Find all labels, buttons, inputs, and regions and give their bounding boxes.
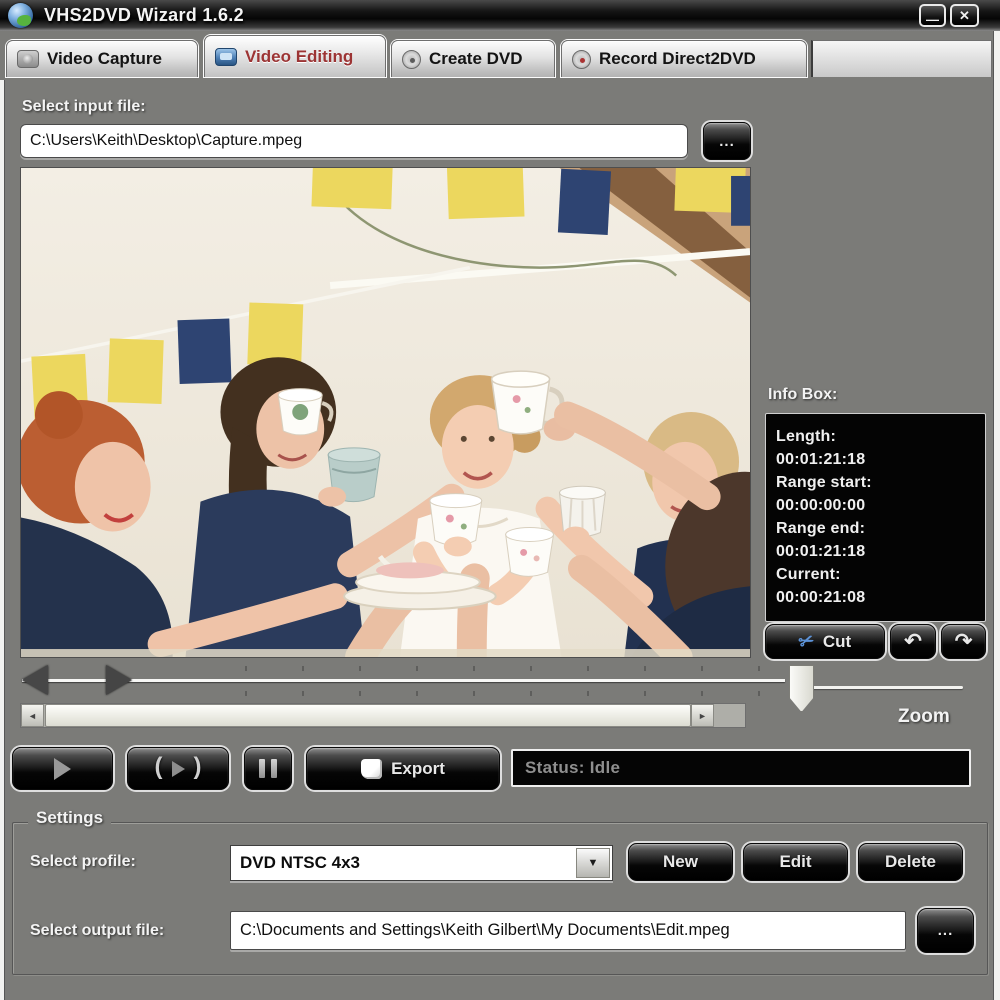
zoom-label: Zoom xyxy=(898,706,950,727)
trackbar-ticks-bottom xyxy=(245,691,801,696)
tab-label: Video Capture xyxy=(47,49,162,68)
tab-create-dvd[interactable]: Create DVD xyxy=(391,40,555,77)
info-current-label: Current: xyxy=(776,566,841,583)
new-label: New xyxy=(663,852,698,871)
minimize-button[interactable]: — xyxy=(919,4,946,27)
tab-strip-filler xyxy=(811,40,992,77)
ellipsis-icon: ... xyxy=(937,922,954,939)
minimize-icon: — xyxy=(926,11,939,27)
info-length-value: 00:01:21:18 xyxy=(776,451,866,468)
zoom-slider-handle[interactable] xyxy=(789,665,814,712)
paren-left-icon: ( xyxy=(154,753,163,780)
scroll-left-icon: ◄ xyxy=(28,710,37,721)
browse-input-button[interactable]: ... xyxy=(703,122,751,160)
export-label: Export xyxy=(391,758,445,778)
window-title: VHS2DVD Wizard 1.6.2 xyxy=(44,5,244,25)
close-button[interactable]: ✕ xyxy=(950,4,979,27)
trackbar-ticks-top xyxy=(245,666,801,671)
pause-button[interactable] xyxy=(244,747,292,790)
scissors-icon: ✂ xyxy=(795,629,817,654)
chevron-down-icon: ▼ xyxy=(587,857,599,869)
info-box: Length: 00:01:21:18 Range start: 00:00:0… xyxy=(765,413,986,622)
create-dvd-icon xyxy=(402,49,421,69)
edit-label: Edit xyxy=(779,852,812,871)
tab-record-direct2dvd[interactable]: Record Direct2DVD xyxy=(561,40,807,77)
info-range-end-value: 00:01:21:18 xyxy=(776,543,866,560)
app-globe-icon xyxy=(8,3,33,28)
trackbar-line xyxy=(22,679,785,682)
edit-profile-button[interactable]: Edit xyxy=(743,843,848,881)
position-handle[interactable] xyxy=(106,665,132,695)
video-capture-icon xyxy=(17,50,39,68)
record-direct2dvd-icon xyxy=(572,49,591,69)
redo-icon: ↷ xyxy=(954,630,973,653)
input-file-label: Select input file: xyxy=(22,98,146,115)
tab-label: Video Editing xyxy=(245,46,354,66)
scrollbar-track[interactable] xyxy=(714,704,745,727)
profile-label: Select profile: xyxy=(30,853,136,870)
info-box-title: Info Box: xyxy=(768,386,838,403)
profile-selected-value: DVD NTSC 4x3 xyxy=(240,853,360,872)
close-icon: ✕ xyxy=(959,7,970,23)
scroll-left-button[interactable]: ◄ xyxy=(21,704,44,727)
window-left-edge xyxy=(0,80,5,1000)
title-bar: VHS2DVD Wizard 1.6.2 — ✕ xyxy=(0,0,1000,31)
new-profile-button[interactable]: New xyxy=(628,843,733,881)
undo-button[interactable]: ↶ xyxy=(890,624,936,659)
tab-video-capture[interactable]: Video Capture xyxy=(6,40,198,77)
scroll-right-icon: ► xyxy=(698,710,707,721)
paren-right-icon: ) xyxy=(193,753,202,780)
play-icon xyxy=(54,757,71,780)
dropdown-button[interactable]: ▼ xyxy=(576,848,610,878)
profile-dropdown[interactable]: DVD NTSC 4x3 ▼ xyxy=(230,845,613,881)
cut-label: Cut xyxy=(822,631,852,651)
output-file-label: Select output file: xyxy=(30,922,165,939)
output-file-field[interactable] xyxy=(230,911,906,950)
browse-output-button[interactable]: ... xyxy=(917,908,974,953)
info-range-start-label: Range start: xyxy=(776,474,872,491)
delete-label: Delete xyxy=(884,852,937,871)
tab-video-editing[interactable]: Video Editing xyxy=(204,35,386,77)
redo-button[interactable]: ↷ xyxy=(941,624,986,659)
play-range-button[interactable]: ( ) xyxy=(127,747,229,790)
export-icon xyxy=(361,758,383,779)
app-window: VHS2DVD Wizard 1.6.2 — ✕ Video Capture V… xyxy=(0,0,1000,1000)
window-right-edge xyxy=(993,31,1000,1000)
input-file-field[interactable] xyxy=(20,124,688,158)
settings-legend: Settings xyxy=(28,808,112,828)
undo-icon: ↶ xyxy=(904,630,922,653)
trim-trackbar[interactable] xyxy=(20,663,801,701)
delete-profile-button[interactable]: Delete xyxy=(858,843,963,881)
tea-party-scene xyxy=(16,162,825,672)
info-range-end-label: Range end: xyxy=(776,520,866,537)
video-editing-icon xyxy=(215,47,237,66)
pause-icon xyxy=(259,759,277,778)
tab-label: Record Direct2DVD xyxy=(599,49,756,68)
info-current-value: 00:00:21:08 xyxy=(776,589,866,606)
zoom-slider-track[interactable] xyxy=(800,686,963,689)
timeline-scrollbar[interactable]: ◄ ► xyxy=(20,703,746,728)
cut-button[interactable]: ✂ Cut xyxy=(765,624,885,659)
status-bar: Status: Idle xyxy=(511,749,971,787)
info-range-start-value: 00:00:00:00 xyxy=(776,497,866,514)
video-preview xyxy=(16,162,825,672)
scroll-right-button[interactable]: ► xyxy=(691,704,714,727)
scrollbar-thumb[interactable] xyxy=(45,704,691,727)
tab-label: Create DVD xyxy=(429,49,523,68)
play-range-icon xyxy=(171,760,185,777)
status-text: Status: Idle xyxy=(525,758,621,777)
range-start-handle[interactable] xyxy=(22,665,48,695)
export-button[interactable]: Export xyxy=(306,747,500,790)
play-button[interactable] xyxy=(12,747,113,790)
info-length-label: Length: xyxy=(776,428,837,445)
ellipsis-icon: ... xyxy=(719,132,735,150)
